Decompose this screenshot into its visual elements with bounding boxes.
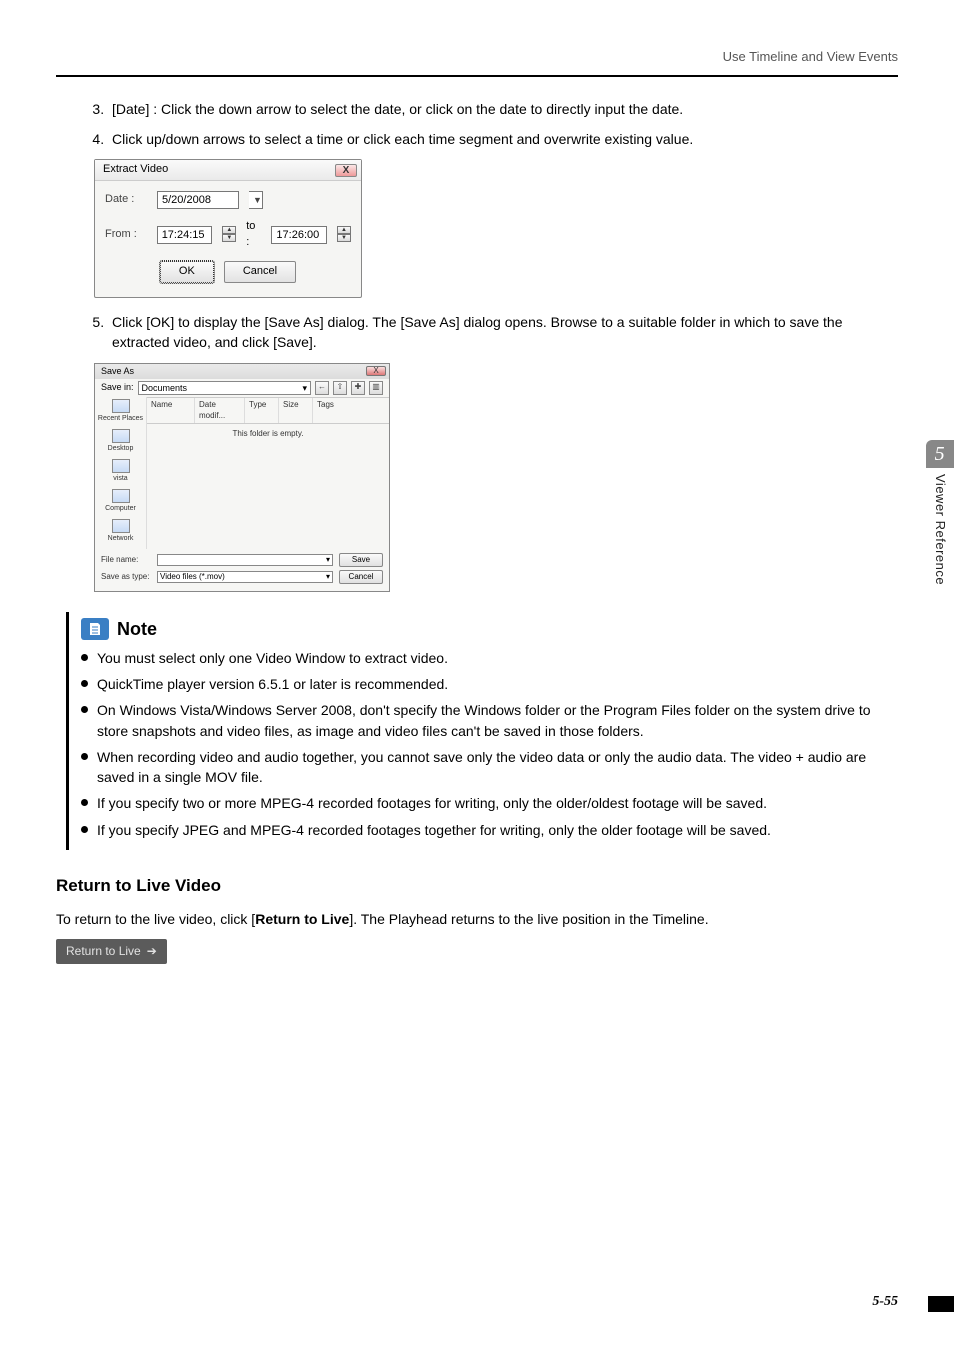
to-time-input[interactable]: 17:26:00: [271, 226, 327, 244]
col-size: Size: [279, 398, 313, 423]
header-section-title: Use Timeline and View Events: [56, 48, 898, 67]
chapter-number: 5: [926, 440, 954, 468]
cancel-button[interactable]: Cancel: [224, 261, 296, 283]
return-to-live-button[interactable]: Return to Live ➔: [56, 939, 167, 964]
return-to-live-button-label: Return to Live: [66, 943, 141, 960]
place-desktop-label: Desktop: [95, 444, 146, 454]
note-icon: [81, 618, 109, 640]
place-recent[interactable]: Recent Places: [95, 399, 146, 424]
note-title: Note: [117, 616, 157, 642]
note-item: QuickTime player version 6.5.1 or later …: [81, 674, 888, 694]
place-desktop[interactable]: Desktop: [95, 429, 146, 454]
from-label: From :: [105, 227, 147, 243]
place-computer[interactable]: Computer: [95, 489, 146, 514]
cancel-button[interactable]: Cancel: [339, 570, 383, 584]
back-icon[interactable]: ←: [315, 381, 329, 395]
date-input[interactable]: 5/20/2008: [157, 191, 239, 209]
chapter-tab: 5 Viewer Reference: [925, 440, 954, 591]
file-list-columns[interactable]: Name Date modif... Type Size Tags: [147, 397, 389, 424]
to-label: to :: [246, 219, 261, 251]
return-to-live-heading: Return to Live Video: [56, 874, 898, 899]
note-item: When recording video and audio together,…: [81, 747, 888, 788]
place-user-label: vista: [95, 474, 146, 484]
place-computer-label: Computer: [95, 504, 146, 514]
save-in-label: Save in:: [101, 381, 134, 394]
step-4: Click up/down arrows to select a time or…: [108, 129, 898, 149]
header-divider: [56, 75, 898, 77]
view-menu-icon[interactable]: ▥: [369, 381, 383, 395]
save-as-type-label: Save as type:: [101, 571, 151, 583]
save-button[interactable]: Save: [339, 553, 383, 567]
from-time-spinner[interactable]: ▲▼: [222, 226, 236, 244]
empty-folder-message: This folder is empty.: [147, 424, 389, 549]
note-block: Note You must select only one Video Wind…: [66, 612, 888, 850]
save-as-title: Save As: [101, 365, 134, 378]
extract-video-title: Extract Video: [103, 162, 168, 178]
save-as-type-select[interactable]: Video files (*.mov) ▾: [157, 571, 333, 583]
save-in-value: Documents: [142, 382, 188, 394]
arrow-right-icon: ➔: [147, 943, 157, 960]
file-name-input[interactable]: ▾: [157, 554, 333, 566]
col-type: Type: [245, 398, 279, 423]
return-to-live-body: To return to the live video, click [Retu…: [56, 909, 898, 929]
close-icon[interactable]: X: [366, 366, 386, 376]
col-date: Date modif...: [195, 398, 245, 423]
page-edge-mark: [928, 1296, 954, 1312]
extract-video-dialog: Extract Video X Date : 5/20/2008 ▼ From …: [94, 159, 362, 298]
chevron-down-icon: ▾: [326, 555, 330, 565]
save-as-dialog: Save As X Save in: Documents ▾ ← ⇧ ✚ ▥ R…: [94, 363, 390, 592]
save-as-type-value: Video files (*.mov): [160, 572, 225, 582]
from-time-input[interactable]: 17:24:15: [157, 226, 213, 244]
ok-button[interactable]: OK: [160, 261, 214, 283]
chapter-label: Viewer Reference: [925, 468, 954, 591]
place-network[interactable]: Network: [95, 519, 146, 544]
place-recent-label: Recent Places: [95, 414, 146, 424]
new-folder-icon[interactable]: ✚: [351, 381, 365, 395]
col-name: Name: [147, 398, 195, 423]
note-item: If you specify two or more MPEG-4 record…: [81, 793, 888, 813]
note-item: On Windows Vista/Windows Server 2008, do…: [81, 700, 888, 741]
note-item: If you specify JPEG and MPEG-4 recorded …: [81, 820, 888, 840]
page-number: 5-55: [872, 1292, 898, 1312]
chevron-down-icon: ▾: [326, 572, 330, 582]
col-tags: Tags: [313, 398, 389, 423]
step-5: Click [OK] to display the [Save As] dial…: [108, 312, 898, 353]
note-item: You must select only one Video Window to…: [81, 648, 888, 668]
chevron-down-icon: ▾: [302, 382, 307, 394]
up-folder-icon[interactable]: ⇧: [333, 381, 347, 395]
date-label: Date :: [105, 192, 147, 208]
place-user[interactable]: vista: [95, 459, 146, 484]
place-network-label: Network: [95, 534, 146, 544]
file-name-label: File name:: [101, 554, 151, 566]
save-in-select[interactable]: Documents ▾: [138, 381, 311, 395]
step-3: [Date] : Click the down arrow to select …: [108, 99, 898, 119]
close-icon[interactable]: X: [335, 164, 357, 177]
date-dropdown-arrow-icon[interactable]: ▼: [249, 191, 263, 209]
to-time-spinner[interactable]: ▲▼: [337, 226, 351, 244]
